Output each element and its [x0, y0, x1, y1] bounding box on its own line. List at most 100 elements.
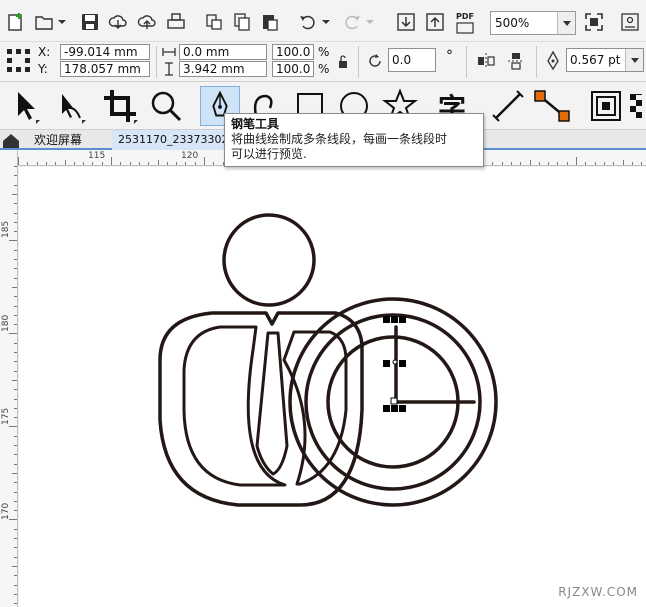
ruler-tick: [14, 464, 17, 465]
object-origin-icon[interactable]: [6, 48, 32, 74]
ruler-tick: [511, 162, 512, 165]
ruler-tick: [14, 389, 17, 390]
person-head-shape[interactable]: [222, 213, 316, 307]
cloud-download-icon[interactable]: [108, 12, 128, 32]
undo-icon[interactable]: [298, 12, 318, 32]
person-body-inner-left-shape[interactable]: [182, 325, 287, 487]
ruler-tick: [148, 162, 149, 165]
open-dropdown-arrow-icon[interactable]: [56, 12, 68, 32]
ruler-tick: [14, 213, 17, 214]
ruler-tick: [139, 162, 140, 165]
ruler-tick: [111, 157, 112, 165]
outline-width-dropdown-icon[interactable]: [625, 49, 643, 71]
ruler-tick: [14, 445, 17, 446]
ruler-tick: [213, 162, 214, 165]
ruler-tick: [595, 162, 596, 165]
ruler-tick: [14, 547, 17, 548]
ruler-tick: [14, 222, 17, 223]
ruler-tick: [9, 333, 17, 334]
pick-tool-icon[interactable]: [4, 86, 44, 126]
mirror-vertical-icon[interactable]: [506, 51, 526, 71]
zoom-tool-icon[interactable]: [146, 86, 186, 126]
ruler-tick: [14, 175, 17, 176]
ruler-tick: [14, 259, 17, 260]
cut-icon[interactable]: [204, 12, 224, 32]
full-screen-icon[interactable]: [584, 12, 604, 32]
print-icon[interactable]: [166, 12, 186, 32]
ruler-tick: [27, 162, 28, 165]
undo-dropdown-icon[interactable]: [320, 12, 332, 32]
ruler-tick: [102, 162, 103, 165]
site-watermark: RJZXW.COM: [558, 585, 638, 599]
parallel-dimension-tool-icon[interactable]: [488, 86, 528, 126]
ruler-tick: [14, 166, 17, 167]
person-body-inner-right-shape[interactable]: [282, 330, 348, 486]
ruler-tick: [176, 162, 177, 165]
redo-dropdown-icon[interactable]: [364, 12, 376, 32]
tooltip-title: 钢笔工具: [231, 117, 280, 131]
zoom-level-select[interactable]: 500%: [490, 11, 576, 35]
publish-pdf-icon[interactable]: [456, 22, 474, 34]
ruler-tick: [9, 240, 17, 241]
scale-y-field[interactable]: 100.0: [272, 61, 314, 77]
save-icon[interactable]: [80, 12, 100, 32]
ruler-label-185: 185: [1, 220, 11, 238]
ruler-tick: [623, 160, 624, 165]
export-icon[interactable]: [425, 12, 445, 32]
ruler-tick: [158, 160, 159, 165]
shape-tool-icon[interactable]: [50, 86, 90, 126]
rotation-icon: [369, 54, 381, 67]
y-label: Y:: [38, 62, 48, 76]
crop-tool-icon[interactable]: [100, 86, 140, 126]
ruler-tick: [14, 268, 17, 269]
x-label: X:: [38, 45, 51, 59]
options-icon[interactable]: [620, 12, 640, 32]
transparency-tool-icon[interactable]: [630, 86, 646, 126]
ruler-label-170: 170: [1, 502, 11, 520]
ruler-tick: [55, 162, 56, 165]
x-position-field[interactable]: -99.014 mm: [60, 44, 150, 60]
ruler-tick: [12, 566, 17, 567]
ruler-tick: [12, 287, 17, 288]
redo-icon[interactable]: [342, 12, 362, 32]
paste-icon[interactable]: [260, 12, 280, 32]
height-field[interactable]: 3.942 mm: [179, 61, 267, 77]
drawing-artwork[interactable]: [19, 167, 646, 607]
ruler-tick: [14, 529, 17, 530]
zoom-dropdown-arrow-icon[interactable]: [557, 12, 575, 34]
drawing-canvas[interactable]: RJZXW.COM: [19, 167, 646, 607]
ruler-tick: [548, 162, 549, 165]
outline-width-select[interactable]: 0.567 pt: [566, 48, 644, 72]
contour-tool-icon[interactable]: [586, 86, 626, 126]
open-folder-icon[interactable]: [34, 12, 54, 32]
ruler-tick: [120, 162, 121, 165]
width-field[interactable]: 0.0 mm: [179, 44, 267, 60]
import-icon[interactable]: [396, 12, 416, 32]
ruler-tick: [83, 162, 84, 165]
ruler-tick: [14, 538, 17, 539]
ruler-tick: [14, 203, 17, 204]
copy-icon[interactable]: [232, 12, 252, 32]
connector-tool-icon[interactable]: [532, 86, 572, 126]
new-document-icon[interactable]: [6, 12, 26, 32]
publish-pdf-label[interactable]: PDF: [456, 12, 474, 21]
y-position-field[interactable]: 178.057 mm: [60, 61, 150, 77]
tooltip-description-line-2: 可以进行预览.: [231, 147, 307, 161]
person-tie-shape[interactable]: [255, 331, 289, 476]
vertical-ruler[interactable]: 185 180 175 170: [0, 150, 18, 607]
scale-x-field[interactable]: 100.0: [272, 44, 314, 60]
ruler-tick: [14, 296, 17, 297]
ruler-tick: [14, 585, 17, 586]
lock-ratio-icon[interactable]: [336, 54, 350, 70]
tab-welcome-screen[interactable]: 欢迎屏幕: [22, 130, 112, 150]
ruler-tick: [14, 361, 17, 362]
mirror-horizontal-icon[interactable]: [476, 51, 496, 71]
ruler-tick: [14, 278, 17, 279]
cloud-upload-icon[interactable]: [137, 12, 157, 32]
outline-width-value: 0.567 pt: [570, 53, 621, 67]
rotation-field[interactable]: 0.0: [388, 48, 436, 72]
ruler-tick: [492, 162, 493, 165]
ruler-tick: [520, 162, 521, 165]
home-icon[interactable]: [0, 130, 22, 150]
tab-document[interactable]: 2531170_2337330233: [112, 130, 230, 150]
